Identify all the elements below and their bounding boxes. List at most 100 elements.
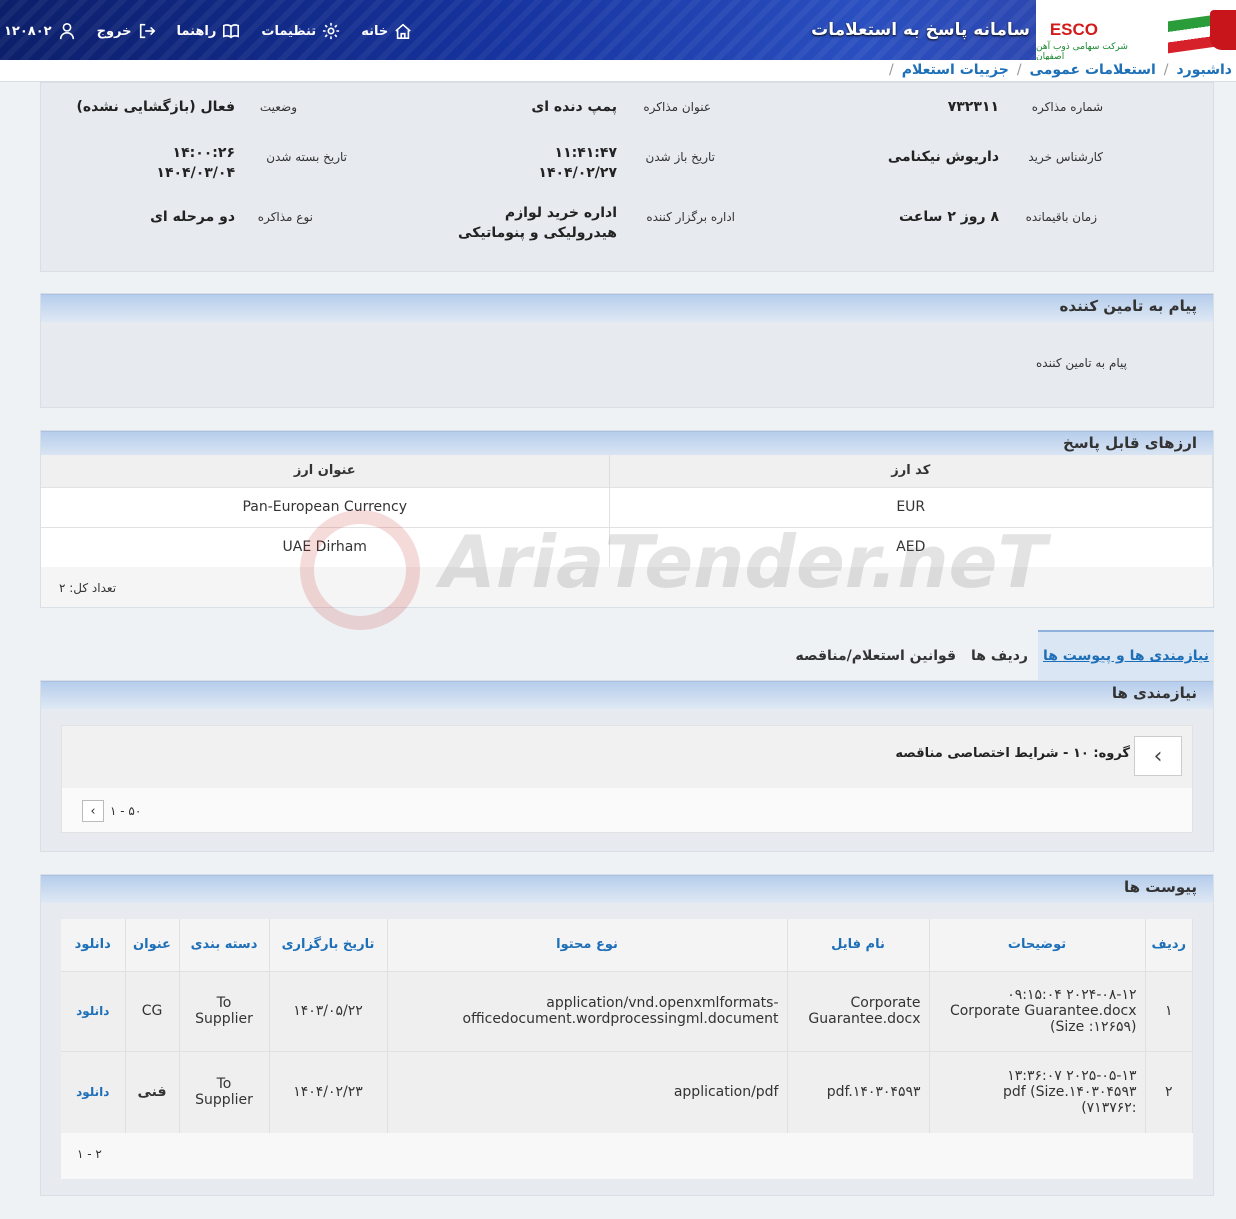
settings-button[interactable]: تنظیمات [261,22,341,40]
column-header-code[interactable]: کد ارز [609,455,1213,487]
download-label[interactable]: دانلود [76,1004,109,1018]
user-id-menu[interactable]: ۱۲۰۸۰۲ [4,22,77,40]
settings-label: تنظیمات [261,23,317,39]
close-date-label: تاریخ بسته شدن [266,150,347,164]
tab-rules[interactable]: قوانین استعلام/مناقصه [796,648,956,664]
total-count: تعداد کل: ۲ [59,581,117,595]
column-header-name[interactable]: عنوان ارز [41,455,610,487]
description-line: Corporate Guarantee.docx [949,1003,1137,1019]
panel-title: نیازمندی ها [1111,684,1197,702]
chevron-left-icon[interactable]: ‹ [1134,736,1182,776]
gear-icon [323,22,340,40]
panel-header: پیام به تامین کننده [41,294,1213,322]
type-value: دو مرحله ای [150,209,235,225]
column-header-file-name[interactable]: نام فایل [787,919,930,971]
pager-range: ۱ - ۵۰ [110,804,142,818]
column-header-content-type[interactable]: نوع محتوا [387,919,788,971]
breadcrumb-public-inquiries[interactable]: استعلامات عمومی [1030,60,1156,80]
attachment-content-type: application/vnd.openxmlformats-officedoc… [387,970,788,1051]
home-button[interactable]: خانه [361,22,413,40]
group-row[interactable]: ‹ گروه: ۱۰ - شرایط اختصاصی مناقصه [62,726,1192,788]
buyer-name: داریوش نیکنامی [887,149,999,165]
panel-title: ارزهای قابل پاسخ [1063,434,1197,452]
buyer-label: کارشناس خرید [1028,150,1103,164]
breadcrumb-separator: / [1163,62,1169,78]
table-row: دانلود فنی To Supplier ۱۴۰۴/۰۲/۲۳ applic… [61,1050,1193,1133]
column-header-title[interactable]: عنوان [125,919,180,971]
panel-title: پیوست ها [1123,878,1197,896]
detail-tabs: نیازمندی ها و پیوست ها ردیف ها قوانین اس… [40,630,1214,680]
attachment-file-name: pdf.۱۴۰۳۰۴۵۹۳ [787,1050,930,1133]
currency-code: AED [609,526,1213,567]
home-label: خانه [361,23,389,39]
system-title: سامانه پاسخ به استعلامات [811,20,1030,40]
attachments-panel: پیوست ها دانلود عنوان دسته بندی تاریخ با… [40,874,1214,1196]
supplier-message-panel: پیام به تامین کننده پیام به تامین کننده [40,293,1214,408]
attachment-content-type: application/pdf [387,1050,788,1133]
user-id: ۱۲۰۸۰۲ [4,23,52,39]
description-line: pdf (Size.۱۴۰۳۰۴۵۹۳ [1003,1084,1137,1101]
attachment-index: ۲ [1145,1050,1193,1133]
tab-items[interactable]: ردیف ها [971,648,1028,664]
download-label[interactable]: دانلود [76,1085,109,1099]
logo-subtitle: شرکت سهامی ذوب آهن اصفهان [1036,42,1128,62]
chevron-left-icon[interactable]: ‹ [82,800,104,822]
user-icon [59,22,74,40]
attachment-upload-date: ۱۴۰۳/۰۵/۲۲ [269,970,388,1051]
needs-panel: نیازمندی ها ‹ گروه: ۱۰ - شرایط اختصاصی م… [40,680,1214,852]
top-nav: ۱۲۰۸۰۲ خروج راهنما تنظیمات خانه [4,22,413,40]
guide-button[interactable]: راهنما [177,22,242,40]
breadcrumb-separator: / [889,62,894,78]
negotiation-number: ۷۳۲۳۱۱ [947,99,999,115]
panel-header: نیازمندی ها [41,681,1213,709]
open-time: ۱۱:۴۱:۴۷ [554,145,617,161]
column-header-category[interactable]: دسته بندی [179,919,270,971]
remaining-time: ۸ روز ۲ ساعت [899,209,999,225]
guide-label: راهنما [176,23,217,39]
breadcrumb: داشبورد / استعلامات عمومی / جزییات استعل… [889,60,1232,80]
download-link[interactable]: دانلود [61,1050,126,1133]
attachment-description: ۲۰۲۵-۰۵-۱۳ ۱۳:۳۶:۰۷ pdf (Size.۱۴۰۳۰۴۵۹۳ … [929,1050,1146,1133]
description-line: ۲۰۲۴-۰۸-۱۲ ۰۹:۱۵:۰۴ [1007,987,1137,1003]
attachment-category: To Supplier [179,1050,270,1133]
currency-code: EUR [609,486,1213,527]
column-header-upload-date[interactable]: تاریخ بارگزاری [269,919,388,971]
type-label: نوع مذاکره [257,210,313,224]
esco-logo: ESCO [1049,20,1098,40]
attachment-index: ۱ [1145,970,1193,1051]
table-row: دانلود CG To Supplier ۱۴۰۳/۰۵/۲۲ applica… [61,970,1193,1051]
attachment-description: ۲۰۲۴-۰۸-۱۲ ۰۹:۱۵:۰۴ Corporate Guarantee.… [929,970,1146,1051]
column-header-index[interactable]: ردیف [1145,919,1193,971]
negotiation-number-label: شماره مذاکره [1031,100,1103,114]
column-header-download[interactable]: دانلود [61,919,126,971]
logo-area[interactable]: ESCO شرکت سهامی ذوب آهن اصفهان [1036,0,1236,62]
logout-button[interactable]: خروج [97,22,157,40]
home-icon [395,23,411,40]
attachment-title: CG [125,970,180,1051]
column-header-description[interactable]: توضیحات [929,919,1146,971]
logout-label: خروج [96,23,132,39]
currency-name: UAE Dirham [41,526,610,567]
currencies-panel: ارزهای قابل پاسخ عنوان ارز کد ارز Pan-Eu… [40,430,1214,608]
top-header: ESCO شرکت سهامی ذوب آهن اصفهان سامانه پا… [0,0,1236,62]
attachment-category: To Supplier [179,970,270,1051]
tab-needs-attachments[interactable]: نیازمندی ها و پیوست ها [1038,630,1214,680]
needs-pager: ‹ ۱ - ۵۰ [82,800,141,822]
download-link[interactable]: دانلود [61,970,126,1051]
attachment-title: فنی [125,1050,180,1133]
description-line: :۷۱۳۷۶۲) [1081,1100,1137,1117]
table-row: Pan-European Currency EUR [41,486,1213,527]
pager-range: ۱ - ۲ [77,1147,102,1161]
inquiry-info-panel: شماره مذاکره ۷۳۲۳۱۱ عنوان مذاکره پمپ دند… [40,82,1214,272]
remaining-label: زمان باقیمانده [1025,210,1097,224]
title-label: عنوان مذاکره [643,100,711,114]
breadcrumb-separator: / [1016,62,1022,78]
status-label: وضعیت [259,100,297,114]
open-date: ۱۴۰۴/۰۲/۲۷ [538,165,617,181]
negotiation-title: پمپ دنده ای [531,99,617,115]
group-title: گروه: ۱۰ - شرایط اختصاصی مناقصه [895,746,1130,761]
close-date: ۱۴۰۴/۰۳/۰۴ [156,165,235,181]
breadcrumb-dashboard[interactable]: داشبورد [1177,60,1233,80]
breadcrumb-inquiry-details[interactable]: جزییات استعلام [902,60,1009,80]
attachment-upload-date: ۱۴۰۴/۰۲/۲۳ [269,1050,388,1133]
